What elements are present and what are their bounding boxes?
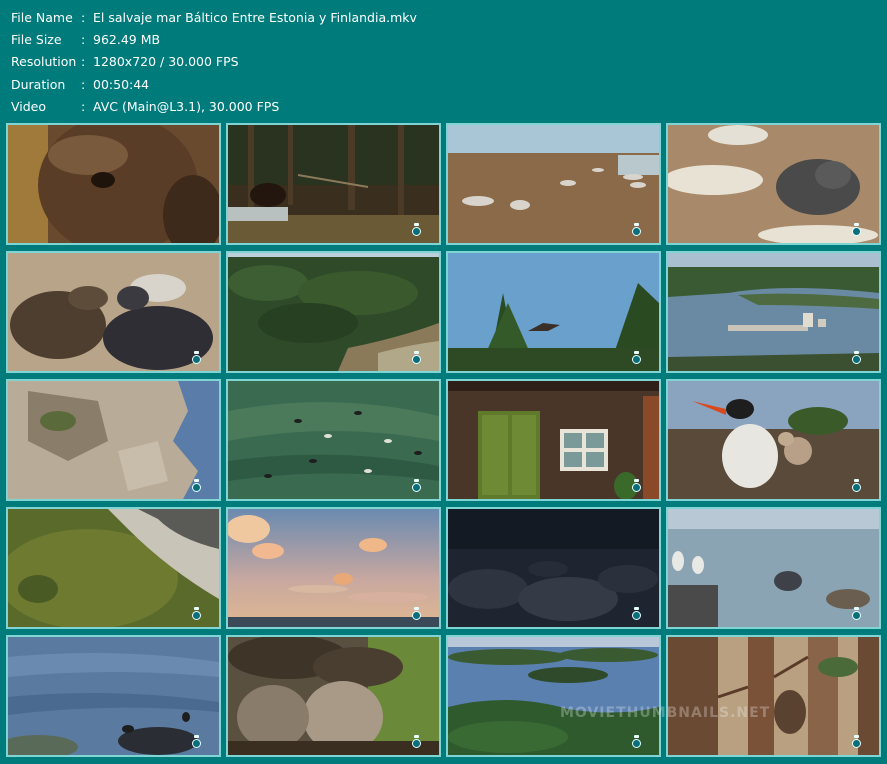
seal-closeup-image — [668, 125, 879, 243]
info-row-file-name: File Name : El salvaje mar Báltico Entre… — [11, 7, 417, 29]
info-row-video: Video : AVC (Main@L3.1), 30.000 FPS — [11, 96, 417, 118]
info-value: El salvaje mar Báltico Entre Estonia y F… — [93, 10, 417, 25]
channel-logo-icon — [192, 735, 201, 748]
info-value: 1280x720 / 30.000 FPS — [93, 54, 239, 70]
channel-logo-icon — [412, 479, 421, 492]
seals-beach-image — [448, 125, 659, 243]
thumbnail-wooden-house[interactable] — [446, 379, 661, 501]
info-separator: : — [81, 10, 86, 25]
info-row-duration: Duration : 00:50:44 — [11, 74, 417, 96]
file-info-panel: File Name : El salvaje mar Báltico Entre… — [11, 7, 417, 118]
info-separator: : — [81, 76, 86, 92]
forest-aerial-image — [228, 253, 439, 371]
info-separator: : — [81, 98, 86, 114]
channel-logo-icon — [192, 607, 201, 620]
channel-logo-icon — [632, 351, 641, 364]
limestone-cliff-image — [8, 381, 219, 499]
channel-logo-icon — [412, 607, 421, 620]
sunset-sky-image — [228, 509, 439, 627]
thumbnail-moose-forest[interactable] — [226, 123, 441, 245]
thumbnail-forest-aerial[interactable] — [226, 251, 441, 373]
thumbnail-sunset-sky[interactable] — [226, 507, 441, 629]
channel-logo-icon — [632, 735, 641, 748]
thumbnail-dark-rocks[interactable] — [446, 507, 661, 629]
info-value: 962.49 MB — [93, 32, 161, 48]
channel-logo-icon — [852, 607, 861, 620]
thumbnail-gulls-seals-sea[interactable] — [666, 507, 881, 629]
dark-rocks-image — [448, 509, 659, 627]
moose-forest-image — [228, 125, 439, 243]
info-separator: : — [81, 32, 86, 48]
bird-flying-trees-image — [448, 253, 659, 371]
thumbnail-seals-beach[interactable] — [446, 123, 661, 245]
owl-pine-trees-image — [668, 637, 879, 755]
gulls-seals-sea-image — [668, 509, 879, 627]
channel-logo-icon — [852, 223, 861, 236]
info-label: File Name — [11, 10, 73, 25]
channel-logo-icon — [632, 607, 641, 620]
channel-logo-icon — [412, 351, 421, 364]
thumbnail-lake-islands-aerial[interactable] — [446, 635, 661, 757]
channel-logo-icon — [632, 479, 641, 492]
thumbnail-seals-fighting[interactable] — [6, 251, 221, 373]
channel-logo-icon — [632, 223, 641, 236]
thumbnail-coastal-town-aerial[interactable] — [666, 251, 881, 373]
info-row-file-size: File Size : 962.49 MB — [11, 29, 417, 51]
watermark: MOVIETHUMBNAILS.NET — [560, 705, 771, 721]
coastal-town-aerial-image — [668, 253, 879, 371]
channel-logo-icon — [852, 735, 861, 748]
seals-fighting-image — [8, 253, 219, 371]
info-value: 00:50:44 — [93, 76, 150, 92]
thumbnail-ducks-water[interactable] — [226, 379, 441, 501]
tern-nest-image — [668, 381, 879, 499]
thumbnail-shallow-water-shore[interactable] — [6, 507, 221, 629]
info-label: Resolution — [11, 54, 77, 70]
info-value: AVC (Main@L3.1), 30.000 FPS — [93, 98, 280, 114]
ducks-water-image — [228, 381, 439, 499]
thumbnail-grid — [6, 123, 881, 757]
info-label: File Size — [11, 32, 62, 48]
thumbnail-owl-pine-trees[interactable] — [666, 635, 881, 757]
channel-logo-icon — [412, 735, 421, 748]
thumbnail-limestone-cliff[interactable] — [6, 379, 221, 501]
thumbnail-owl-chick[interactable] — [226, 635, 441, 757]
moose-closeup-image — [8, 125, 219, 243]
info-separator: : — [81, 54, 86, 70]
info-row-resolution: Resolution : 1280x720 / 30.000 FPS — [11, 51, 417, 73]
info-label: Video — [11, 98, 47, 114]
channel-logo-icon — [192, 479, 201, 492]
thumbnail-seal-closeup[interactable] — [666, 123, 881, 245]
shallow-water-shore-image — [8, 509, 219, 627]
channel-logo-icon — [412, 223, 421, 236]
channel-logo-icon — [852, 351, 861, 364]
channel-logo-icon — [192, 351, 201, 364]
sea-rocks-birds-image — [8, 637, 219, 755]
thumbnail-moose-closeup[interactable] — [6, 123, 221, 245]
channel-logo-icon — [852, 479, 861, 492]
thumbnail-tern-nest[interactable] — [666, 379, 881, 501]
owl-chick-image — [228, 637, 439, 755]
thumbnail-sea-rocks-birds[interactable] — [6, 635, 221, 757]
thumbnail-bird-flying-trees[interactable] — [446, 251, 661, 373]
info-label: Duration — [11, 76, 66, 92]
wooden-house-image — [448, 381, 659, 499]
lake-islands-aerial-image — [448, 637, 659, 755]
